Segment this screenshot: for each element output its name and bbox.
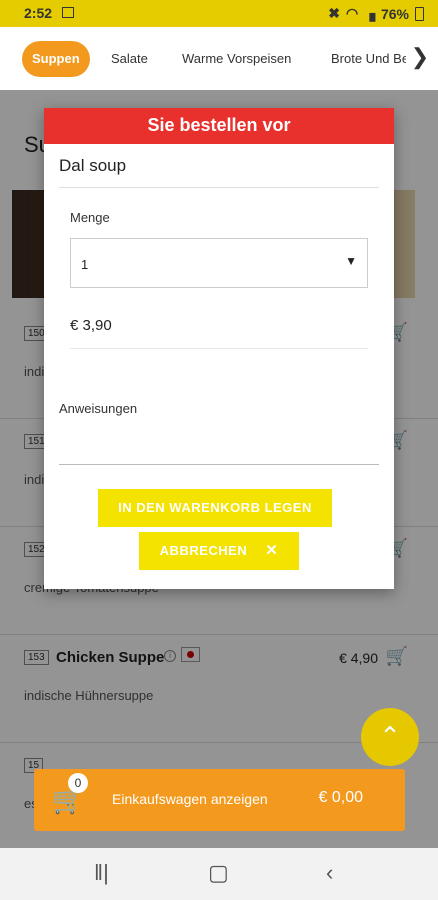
signal-icon: ▗	[364, 5, 375, 21]
image-notification-icon	[62, 7, 74, 18]
caret-down-icon: ▼	[345, 254, 357, 268]
dialog-item-name: Dal soup	[59, 156, 127, 175]
home-icon[interactable]: ▢	[208, 860, 229, 886]
divider	[59, 187, 379, 188]
wifi-icon: ◠	[345, 5, 359, 21]
dialog-title: Sie bestellen vor	[44, 108, 394, 144]
add-to-cart-button[interactable]: IN DEN WARENKORB LEGEN	[98, 489, 332, 527]
chevron-right-icon[interactable]: ❯	[406, 43, 434, 73]
scroll-to-top-button[interactable]: ⌃	[361, 708, 419, 766]
divider	[70, 348, 368, 349]
mute-icon: ✖	[328, 5, 340, 21]
quantity-value: 1	[81, 257, 89, 272]
cancel-button-label: ABBRECHEN	[159, 543, 248, 558]
status-bar: 2:52 ✖ ◠ ▗ 76%	[0, 0, 438, 27]
order-dialog: Sie bestellen vor Dal soup Menge 1 ▼ € 3…	[44, 108, 394, 589]
tab-brote-und-beilagen[interactable]: Brote Und Bei	[331, 41, 412, 77]
dialog-price: € 3,90	[70, 317, 112, 334]
battery-icon	[415, 6, 424, 21]
back-icon[interactable]: ‹	[326, 860, 333, 886]
instructions-input[interactable]	[59, 464, 379, 465]
battery-percent: 76%	[380, 5, 409, 22]
close-icon: ✕	[265, 542, 279, 559]
cart-bar[interactable]: 🛒 0 Einkaufswagen anzeigen € 0,00	[34, 769, 405, 831]
instructions-label: Anweisungen	[59, 401, 138, 416]
cancel-button[interactable]: ABBRECHEN ✕	[139, 532, 299, 570]
system-nav-bar: ‖| ▢ ‹	[0, 848, 438, 900]
tab-suppen[interactable]: Suppen	[22, 41, 90, 77]
recent-apps-icon[interactable]: ‖|	[94, 860, 109, 886]
category-tabs: Suppen Salate Warme Vorspeisen Brote Und…	[0, 27, 438, 90]
quantity-label: Menge	[70, 210, 110, 225]
cart-total: € 0,00	[318, 789, 363, 806]
cart-count-badge: 0	[68, 773, 88, 793]
quantity-select[interactable]: 1 ▼	[70, 238, 368, 288]
tab-warme-vorspeisen[interactable]: Warme Vorspeisen	[182, 41, 291, 77]
status-time: 2:52	[24, 5, 53, 21]
double-chevron-up-icon: ⌃	[379, 721, 401, 751]
cart-label: Einkaufswagen anzeigen	[112, 791, 268, 807]
tab-salate[interactable]: Salate	[111, 41, 148, 77]
